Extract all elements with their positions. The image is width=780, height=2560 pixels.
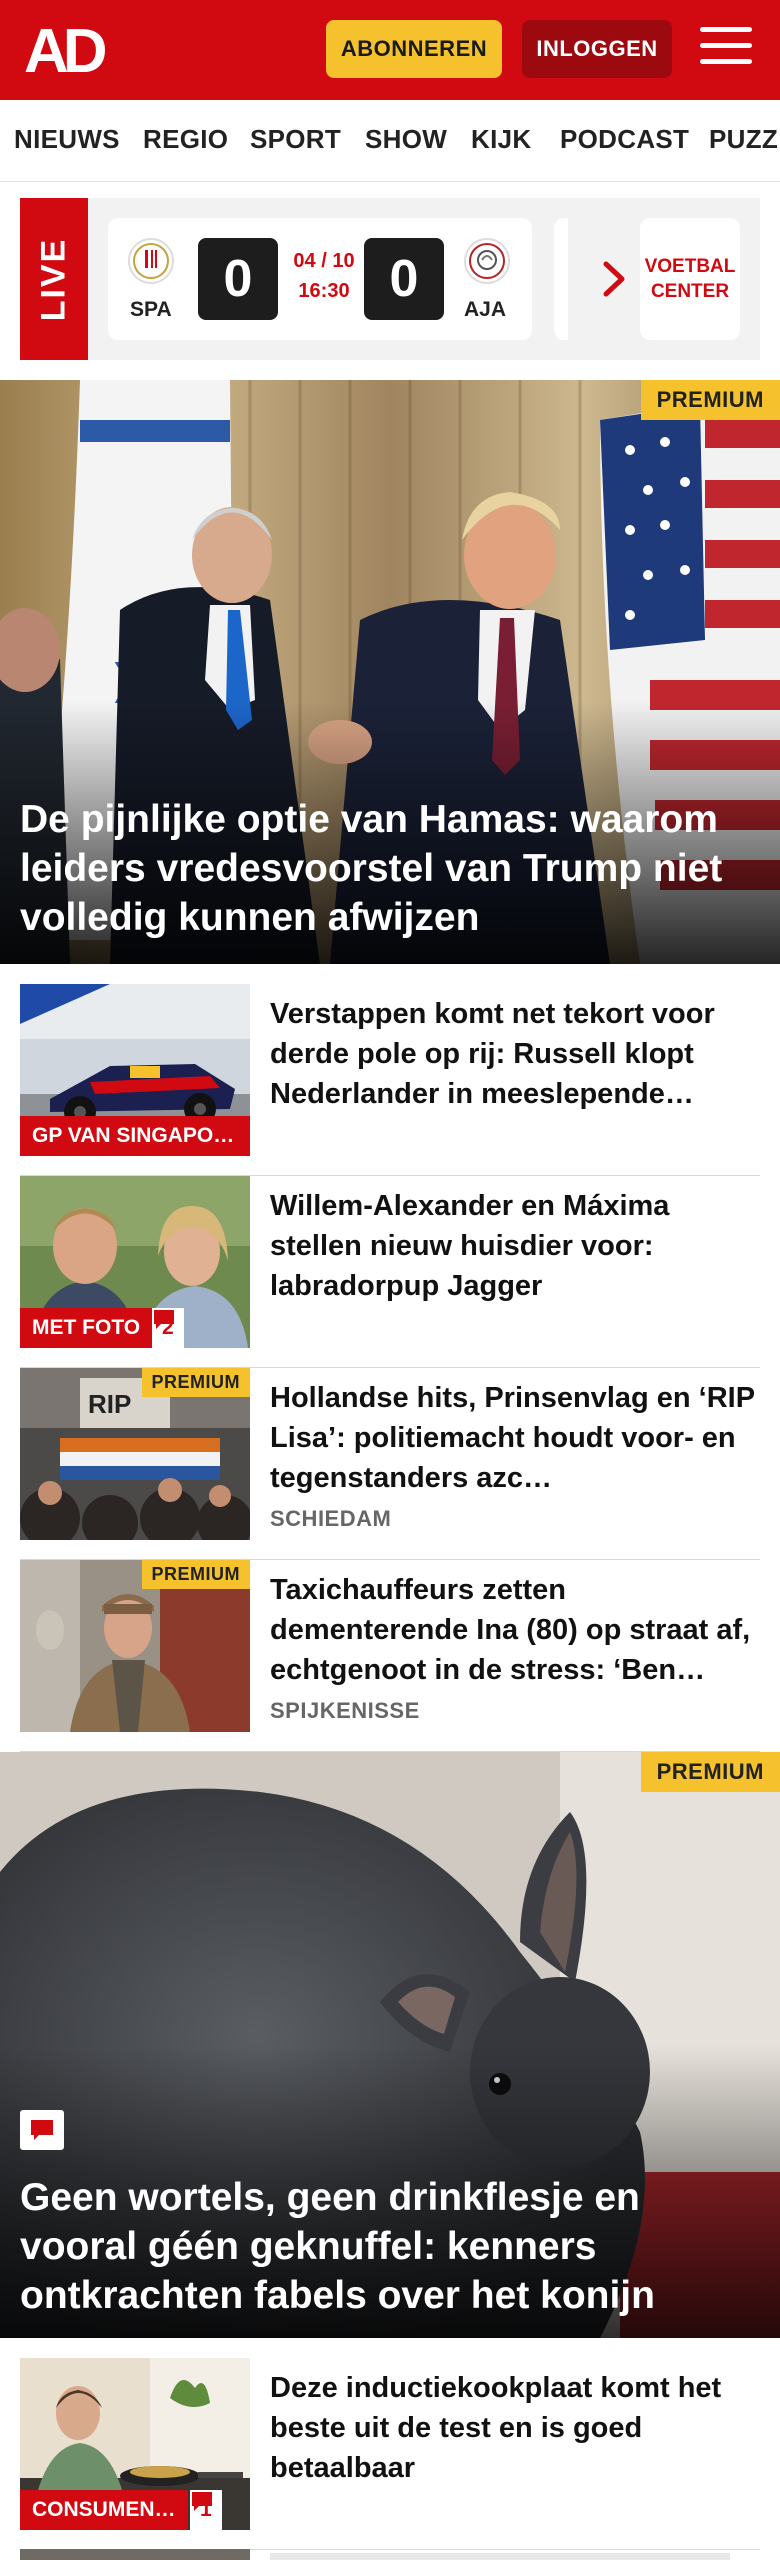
match-time: 16:30: [298, 280, 350, 302]
nav-item-regio[interactable]: REGIO: [143, 124, 228, 155]
comment-icon: [31, 2120, 53, 2140]
article-title[interactable]: Hollandse hits, Prinsenvlag en ‘RIP Lisa…: [270, 1378, 760, 1498]
svg-text:AD: AD: [24, 22, 106, 78]
ajax-club-logo: [464, 238, 510, 284]
list-item[interactable]: RIP PREMIUM Hollandse hits, Prinsenvlag …: [20, 1368, 760, 1560]
match-card[interactable]: SPA 0 04 / 10 16:30 0 AJA: [108, 218, 532, 340]
article-location: SCHIEDAM: [270, 1506, 392, 1531]
nav-item-show[interactable]: SHOW: [365, 124, 447, 155]
category-label: MET FOTO: [20, 1308, 153, 1348]
comments-button[interactable]: [20, 2110, 64, 2150]
premium-badge: PREMIUM: [640, 380, 780, 420]
away-team-name: AJA: [464, 298, 507, 321]
next-list-item-partial[interactable]: [20, 2548, 760, 2560]
ad-logo[interactable]: AD: [24, 22, 116, 78]
login-button[interactable]: INLOGGEN: [522, 20, 672, 78]
nav-item-puzzels[interactable]: PUZZ: [709, 124, 778, 155]
next-match-card[interactable]: [554, 218, 568, 340]
premium-badge: PREMIUM: [141, 1368, 250, 1397]
article-title[interactable]: Taxichauffeurs zetten dementerende Ina (…: [270, 1570, 760, 1690]
article-thumbnail: GP VAN SINGAPO…: [20, 984, 250, 1156]
chevron-right-icon[interactable]: [592, 256, 638, 302]
article-thumbnail: MET FOTO 2: [20, 1176, 250, 1348]
sparta-club-logo: [128, 238, 174, 284]
list-item[interactable]: MET FOTO 2 Willem-Alexander en Máxima st…: [20, 1176, 760, 1368]
category-label: CONSUMEN…: [20, 2490, 188, 2530]
comment-count[interactable]: 1: [190, 2490, 222, 2530]
list-item[interactable]: PREMIUM Taxichauffeurs zetten dementeren…: [20, 1560, 760, 1752]
match-date: 04 / 10: [293, 250, 355, 272]
live-scores-widget: LIVE SPA 0 04 / 10 16:30 0 AJA VOETBAL C…: [20, 198, 760, 360]
nav-item-nieuws[interactable]: NIEUWS: [14, 124, 120, 155]
article-title[interactable]: Verstappen komt net tekort voor derde po…: [270, 994, 760, 1114]
nav-item-sport[interactable]: SPORT: [250, 124, 341, 155]
article-location: SPIJKENISSE: [270, 1698, 420, 1723]
list-item[interactable]: GP VAN SINGAPO… Verstappen komt net teko…: [20, 984, 760, 1176]
match-datetime: 04 / 10 16:30: [286, 246, 362, 306]
premium-badge: PREMIUM: [640, 1752, 780, 1792]
away-score: 0: [364, 238, 444, 320]
football-center-button[interactable]: VOETBAL CENTER: [640, 218, 740, 340]
nav-item-podcast[interactable]: PODCAST: [560, 124, 689, 155]
top-bar: AD ABONNEREN INLOGGEN: [0, 0, 780, 100]
home-team-name: SPA: [130, 298, 172, 321]
premium-badge: PREMIUM: [141, 1560, 250, 1589]
article-thumbnail: CONSUMEN… 1: [20, 2358, 250, 2530]
article-title[interactable]: Willem-Alexander en Máxima stellen nieuw…: [270, 1186, 760, 1306]
subscribe-button[interactable]: ABONNEREN: [326, 20, 502, 78]
nav-item-kijk[interactable]: KIJK: [471, 124, 531, 155]
comment-icon: [154, 1310, 174, 1329]
comment-icon: [192, 2492, 212, 2511]
article-thumbnail: PREMIUM: [20, 1560, 250, 1732]
comment-count[interactable]: 2: [152, 1308, 184, 1348]
live-tab[interactable]: LIVE: [20, 198, 88, 360]
hero-headline[interactable]: De pijnlijke optie van Hamas: waarom lei…: [20, 795, 760, 942]
live-label: LIVE: [34, 237, 73, 321]
hero-headline[interactable]: Geen wortels, geen drinkflesje en vooral…: [20, 2173, 760, 2320]
home-score: 0: [198, 238, 278, 320]
article-thumbnail: RIP PREMIUM: [20, 1368, 250, 1540]
article-title[interactable]: Deze inductiekookplaat komt het beste ui…: [270, 2368, 760, 2488]
hamburger-menu-icon[interactable]: [700, 27, 752, 71]
category-label: GP VAN SINGAPO…: [20, 1116, 250, 1156]
list-item[interactable]: CONSUMEN… 1 Deze inductiekookplaat komt …: [20, 2358, 760, 2550]
hero-article[interactable]: PREMIUM De pijnlijke optie van Hamas: wa…: [0, 380, 780, 964]
hero-article-secondary[interactable]: PREMIUM Geen wortels, geen drinkflesje e…: [0, 1752, 780, 2338]
svg-text:RIP: RIP: [88, 1389, 131, 1419]
section-nav: NIEUWS REGIO SPORT SHOW KIJK PODCAST PUZ…: [0, 100, 780, 182]
